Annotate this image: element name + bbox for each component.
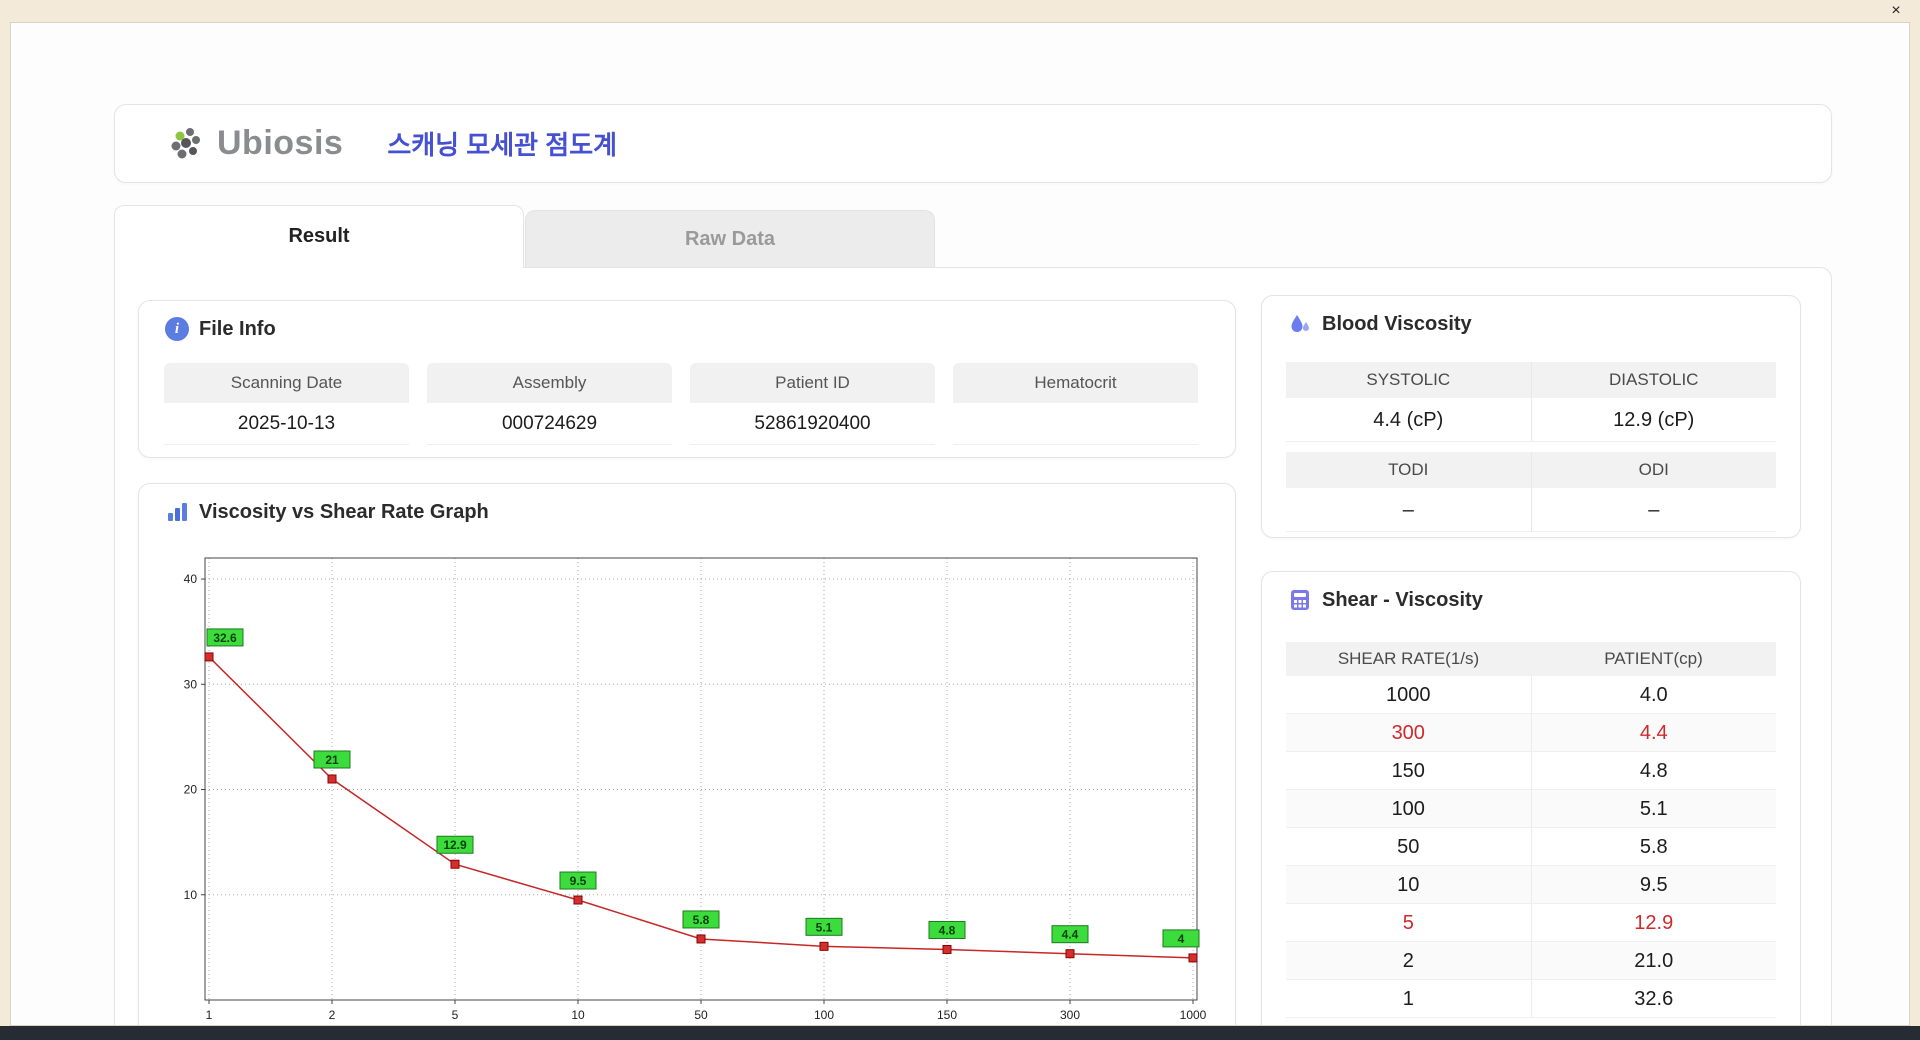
svg-text:30: 30 [184,677,198,691]
brand-name: Ubiosis [217,124,344,162]
file-info-title: File Info [199,317,276,340]
patient-cell: 9.5 [1530,866,1777,903]
svg-text:1: 1 [206,1008,213,1022]
svg-text:5.1: 5.1 [816,920,833,934]
svg-text:20: 20 [184,783,198,797]
field-hematocrit: Hematocrit [953,363,1198,445]
app-header: Ubiosis 스캐닝 모세관 점도계 [114,104,1832,183]
field-value: 000724629 [427,403,672,445]
window-bottom-edge [0,1026,1920,1040]
svg-text:100: 100 [814,1008,834,1022]
app-window: Ubiosis 스캐닝 모세관 점도계 Result Raw Data i Fi… [10,22,1910,1026]
shear-rate-cell: 1000 [1386,684,1431,706]
svg-text:2: 2 [329,1008,336,1022]
svg-text:4.4: 4.4 [1062,928,1079,942]
patient-cell: 5.8 [1530,828,1777,865]
shear-viscosity-card: Shear - Viscosity SHEAR RATE(1/s) PATIEN… [1261,571,1801,1025]
systolic-value: 4.4 (cP) [1373,409,1444,431]
table-row: 1000 4.0 [1286,676,1776,714]
ubiosis-logo: Ubiosis [167,122,343,166]
shear-rate-cell: 150 [1391,760,1425,782]
shear-viscosity-table-body: 1000 4.0 300 4.4 150 4.8 100 5.1 50 5.8 10 9.5 5 12.9… [1286,676,1776,1018]
patient-cell: 21.0 [1530,942,1777,979]
field-label: Hematocrit [953,363,1198,403]
svg-text:300: 300 [1060,1008,1080,1022]
svg-text:1000: 1000 [1180,1008,1207,1022]
viscosity-chart: 10 20 30 40 1 2 5 10 50 100 150 300 1000 32.6 21 12.9 9.… [184,557,1207,1022]
shear-rate-cell: 100 [1391,798,1425,820]
svg-text:4.8: 4.8 [939,923,956,937]
todi-value: – [1402,499,1414,521]
close-icon[interactable]: × [1886,1,1906,21]
shear-rate-cell: 5 [1402,912,1414,934]
patient-cell: 4.0 [1530,676,1777,713]
systolic-label: SYSTOLIC [1366,370,1451,389]
todi-label: TODI [1388,460,1429,479]
field-value: 52861920400 [690,403,935,445]
patient-cell: 4.8 [1530,752,1777,789]
field-label: Patient ID [690,363,935,403]
svg-text:5.8: 5.8 [693,913,710,927]
svg-text:21: 21 [325,753,339,767]
shear-viscosity-table: SHEAR RATE(1/s) PATIENT(cp) 1000 4.0 300 4.… [1286,642,1776,1018]
svg-text:9.5: 9.5 [570,874,587,888]
field-scanning-date: Scanning Date 2025-10-13 [164,363,409,445]
table-header: SHEAR RATE(1/s) PATIENT(cp) [1286,642,1776,676]
blood-viscosity-card: Blood Viscosity SYSTOLIC DIASTOLIC 4.4 (… [1261,295,1801,538]
shear-rate-cell: 10 [1397,874,1420,896]
file-info-card: i File Info Scanning Date 2025-10-13 Ass… [138,300,1236,458]
svg-text:4: 4 [1178,932,1185,946]
svg-text:10: 10 [571,1008,585,1022]
svg-text:150: 150 [937,1008,957,1022]
tab-raw-data[interactable]: Raw Data [525,210,935,268]
shear-rate-cell: 300 [1391,722,1425,744]
info-icon: i [165,317,189,341]
patient-cell: 5.1 [1530,790,1777,827]
viscosity-graph-card: Viscosity vs Shear Rate Graph 10 20 30 40 1 2… [138,483,1236,1025]
tab-result[interactable]: Result [114,205,524,268]
svg-text:10: 10 [184,888,198,902]
diastolic-value: 12.9 (cP) [1530,398,1777,441]
table-row: 100 5.1 [1286,790,1776,828]
patient-cell: 12.9 [1530,904,1777,941]
field-value [953,403,1198,445]
svg-text:40: 40 [184,572,198,586]
svg-text:50: 50 [694,1008,708,1022]
diastolic-label: DIASTOLIC [1530,362,1777,398]
table-row: 150 4.8 [1286,752,1776,790]
field-patient-id: Patient ID 52861920400 [690,363,935,445]
shear-rate-cell: 50 [1397,836,1420,858]
svg-text:5: 5 [452,1008,459,1022]
table-row: 300 4.4 [1286,714,1776,752]
odi-label: ODI [1530,452,1777,488]
table-row: 10 9.5 [1286,866,1776,904]
field-value: 2025-10-13 [164,403,409,445]
patient-header: PATIENT(cp) [1604,649,1703,668]
shear-rate-cell: 2 [1402,950,1414,972]
blood-viscosity-title: Blood Viscosity [1322,312,1472,335]
field-assembly: Assembly 000724629 [427,363,672,445]
table-row: 2 21.0 [1286,942,1776,980]
table-row: 5 12.9 [1286,904,1776,942]
odi-value: – [1530,488,1777,531]
field-label: Assembly [427,363,672,403]
logo-icon [171,127,200,158]
droplet-icon [1291,315,1309,332]
table-row: 50 5.8 [1286,828,1776,866]
patient-cell: 32.6 [1530,980,1777,1017]
shear-viscosity-title: Shear - Viscosity [1322,588,1483,611]
svg-text:32.6: 32.6 [213,631,237,645]
shear-rate-cell: 1 [1402,988,1414,1010]
table-row: 1 32.6 [1286,980,1776,1018]
bar-chart-icon [168,503,187,521]
svg-text:12.9: 12.9 [443,838,467,852]
page-title: 스캐닝 모세관 점도계 [387,130,618,160]
calculator-icon [1291,590,1309,610]
graph-title: Viscosity vs Shear Rate Graph [199,500,489,523]
patient-cell: 4.4 [1530,714,1777,751]
shear-rate-header: SHEAR RATE(1/s) [1337,649,1480,668]
field-label: Scanning Date [164,363,409,403]
